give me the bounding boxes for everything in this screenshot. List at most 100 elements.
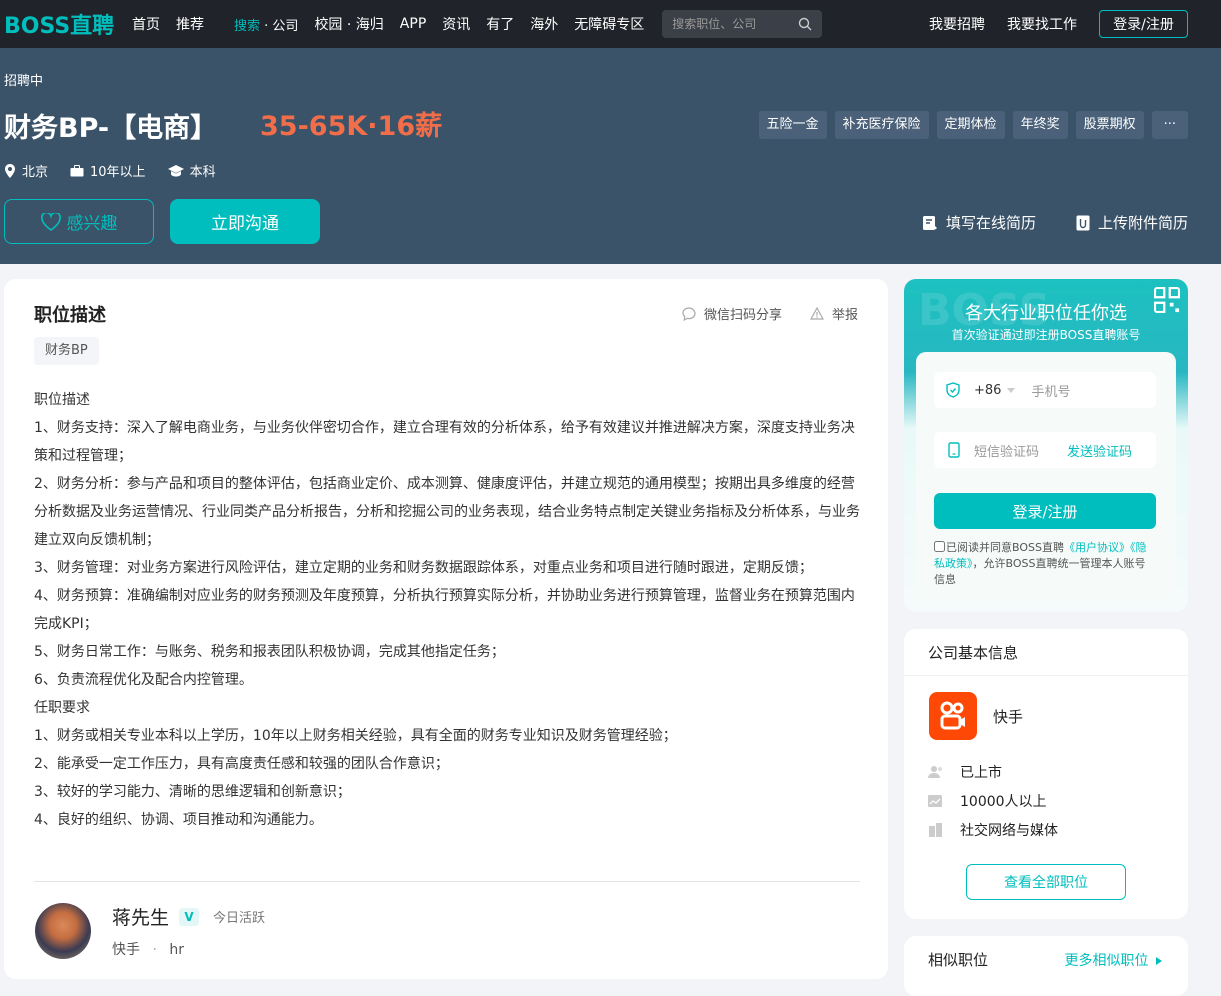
kuaishou-logo-icon (940, 701, 965, 730)
desc-line: 6、负责流程优化及配合内控管理。 (34, 672, 253, 688)
recruit-link[interactable]: 我要招聘 (929, 14, 985, 34)
wechat-share-button[interactable]: 微信扫码分享 (682, 304, 782, 323)
nav-home[interactable]: 首页 (124, 14, 168, 34)
view-all-jobs-button[interactable]: 查看全部职位 (966, 864, 1126, 900)
sms-code-input[interactable]: 短信验证码 (974, 441, 1039, 460)
search-icon[interactable] (798, 17, 812, 31)
findjob-link[interactable]: 我要找工作 (1007, 14, 1077, 34)
register-login-button[interactable]: 登录/注册 (934, 493, 1156, 529)
desc-line: 2、能承受一定工作压力，具有高度责任感和较强的团队合作意识； (34, 756, 449, 772)
desc-line: 4、财务预算：准确编制对应业务的财务预测及年度预算，分析执行预算实际分析，并协助… (34, 588, 855, 632)
verified-icon: V (179, 907, 200, 926)
agree-checkbox[interactable] (934, 541, 945, 552)
send-code-button[interactable]: 发送验证码 (1067, 441, 1132, 460)
agreement-text: 已阅读并同意BOSS直聘《用户协议》《隐私政策》，允许BOSS直聘统一管理本人账… (934, 540, 1156, 588)
nav-campus-label: 校园 (314, 17, 343, 33)
job-description-heading: 职位描述 (34, 305, 106, 326)
nav-accessibility[interactable]: 无障碍专区 (566, 14, 652, 34)
phone-field[interactable]: +86 手机号 (934, 372, 1156, 408)
register-subtitle: 首次验证通过即注册BOSS直聘账号 (951, 328, 1141, 342)
resume-icon (922, 215, 937, 230)
job-description-text: 职位描述 1、财务支持：深入了解电商业务，与业务伙伴密切合作，建立合理有效的分析… (34, 386, 864, 834)
recruiter-meta-separator: · (152, 942, 157, 958)
online-resume-label: 填写在线简历 (945, 214, 1036, 232)
sms-code-field[interactable]: 短信验证码 发送验证码 (934, 432, 1156, 468)
nav-news[interactable]: 资讯 (434, 14, 478, 34)
phone-input[interactable]: 手机号 (1031, 381, 1070, 400)
interest-button[interactable]: 感兴趣 (4, 199, 154, 244)
report-label: 举报 (831, 308, 858, 323)
company-info-card: 公司基本信息 快手 已上市 10000人以上 社交网络与媒体 查看全部职位 (904, 629, 1188, 919)
user-agreement-link[interactable]: 《用户协议》 (1064, 541, 1130, 554)
more-similar-jobs-link[interactable]: 更多相似职位 (1065, 950, 1162, 970)
recruiter-company: 快手 (112, 942, 140, 958)
online-resume-link[interactable]: 填写在线简历 (922, 212, 1036, 233)
nav-recommend[interactable]: 推荐 (168, 14, 212, 34)
company-name[interactable]: 快手 (993, 706, 1023, 727)
recruiter-avatar[interactable] (35, 903, 91, 959)
job-meta: 北京 10年以上 本科 (4, 161, 238, 180)
desc-line: 2、财务分析：参与产品和项目的整体评估，包括商业定价、成本测算、健康度评估，并建… (34, 476, 860, 548)
job-city-label: 北京 (22, 165, 49, 180)
benefit-tag: 年终奖 (1012, 111, 1068, 139)
caret-right-icon (1156, 957, 1162, 965)
nav-search-input[interactable] (672, 17, 783, 31)
recruiter-role: hr (169, 942, 184, 958)
briefcase-icon (70, 164, 84, 176)
country-code-select[interactable]: +86 (974, 383, 1001, 398)
recruiter-name[interactable]: 蒋先生 (112, 903, 169, 930)
qr-code-icon[interactable] (1154, 287, 1180, 313)
upload-resume-link[interactable]: 上传附件简历 (1076, 212, 1188, 233)
boss-logo[interactable]: BOSS直聘 (0, 8, 124, 40)
skill-tag: 财务BP (34, 337, 99, 365)
nav-overseas-return-label: 海归 (355, 17, 384, 33)
shield-icon (946, 382, 960, 398)
company-stage: 已上市 (928, 762, 1002, 782)
job-experience: 10年以上 (70, 161, 146, 180)
company-stage-label: 已上市 (960, 765, 1002, 781)
desc-line: 3、财务管理：对业务方案进行风险评估，建立定期的业务和财务数据跟踪体系，对重点业… (34, 560, 813, 576)
company-logo[interactable] (929, 692, 977, 740)
nav-items: 首页 推荐 搜索 · 公司 校园 · 海归 APP 资讯 有了 海外 无障碍专区 (124, 10, 823, 38)
nav-youle[interactable]: 有了 (478, 14, 522, 34)
recruiter-name-row: 蒋先生 V 今日活跃 (112, 903, 265, 930)
job-status: 招聘中 (4, 74, 44, 89)
location-icon (5, 163, 15, 178)
job-city: 北京 (4, 161, 48, 180)
job-experience-label: 10年以上 (90, 165, 146, 180)
benefit-tag: 补充医疗保险 (834, 111, 929, 139)
chevron-down-icon (1007, 387, 1016, 393)
chat-bubble-icon (682, 306, 696, 321)
desc-line: 职位描述 (34, 392, 90, 408)
nav-overseas[interactable]: 海外 (522, 14, 566, 34)
resume-links: 填写在线简历 上传附件简历 (882, 212, 1188, 233)
nav-company-label: 公司 (272, 18, 299, 34)
wechat-share-label: 微信扫码分享 (703, 308, 782, 323)
nav-campus[interactable]: 校园 · 海归 (306, 14, 391, 34)
attachment-icon (1076, 215, 1090, 230)
register-title: 各大行业职位任你选 (965, 303, 1127, 324)
benefit-tags: 五险一金 补充医疗保险 定期体检 年终奖 股票期权 ··· (751, 111, 1188, 139)
report-button[interactable]: 举报 (809, 304, 858, 323)
upload-resume-label: 上传附件简历 (1097, 214, 1188, 232)
chart-icon (928, 795, 942, 807)
similar-jobs-heading: 相似职位 (928, 951, 989, 969)
nav-search[interactable]: 搜索 · 公司 (226, 15, 306, 34)
heart-icon (40, 212, 61, 231)
job-degree: 本科 (167, 161, 216, 180)
more-benefits-button[interactable]: ··· (1151, 111, 1188, 139)
desc-line: 5、财务日常工作：与账务、税务和报表团队积极协调，完成其他指定任务； (34, 644, 505, 660)
divider (904, 675, 1188, 676)
nav-app[interactable]: APP (392, 16, 434, 32)
divider (34, 881, 860, 882)
job-degree-label: 本科 (189, 165, 216, 180)
company-size-label: 10000人以上 (960, 794, 1047, 810)
nav-login-button[interactable]: 登录/注册 (1099, 10, 1188, 38)
desc-line: 1、财务或相关专业本科以上学历，10年以上财务相关经验，具有全面的财务专业知识及… (34, 728, 677, 744)
register-form: +86 手机号 短信验证码 发送验证码 登录/注册 已阅读并同意BOSS直聘《用… (916, 352, 1176, 602)
company-industry-label: 社交网络与媒体 (960, 823, 1058, 839)
share-actions: 微信扫码分享 举报 (654, 304, 858, 323)
building-icon (929, 823, 942, 837)
more-similar-label: 更多相似职位 (1064, 953, 1149, 969)
chat-now-button[interactable]: 立即沟通 (170, 199, 320, 244)
